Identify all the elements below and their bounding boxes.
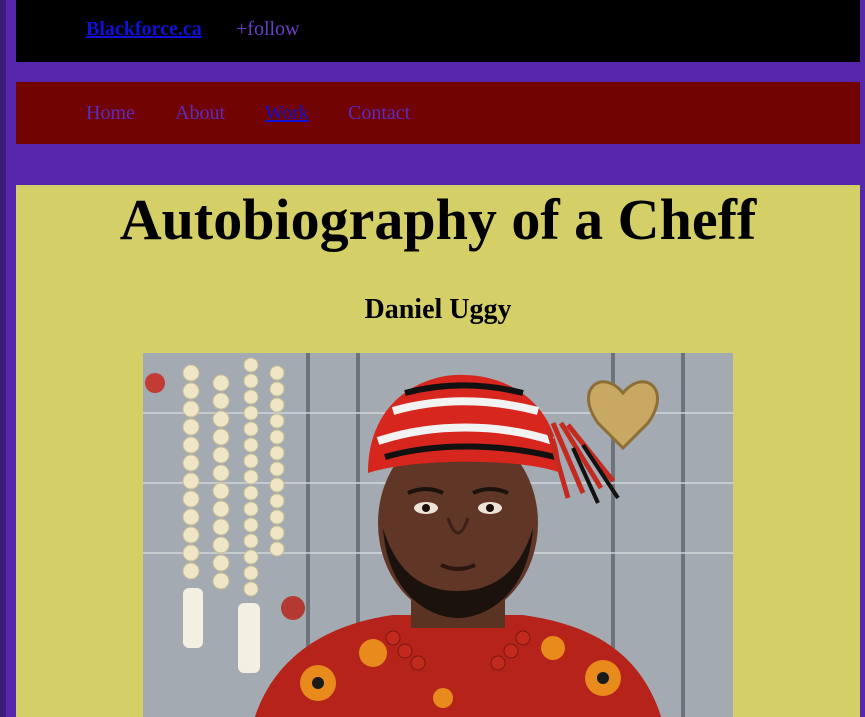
nav-about[interactable]: About bbox=[175, 102, 225, 125]
page-title: Autobiography of a Cheff bbox=[119, 187, 757, 252]
nav-work[interactable]: Work bbox=[265, 102, 309, 125]
nav-contact[interactable]: Contact bbox=[348, 102, 410, 125]
brand-link[interactable]: Blackforce.ca bbox=[86, 18, 202, 41]
main-nav: Home About Work Contact bbox=[16, 82, 860, 144]
portrait-photo bbox=[143, 353, 733, 717]
author-name: Daniel Uggy bbox=[364, 294, 512, 325]
content-section: Autobiography of a Cheff Daniel Uggy bbox=[16, 185, 860, 717]
follow-link[interactable]: +follow bbox=[236, 18, 300, 41]
top-header: Blackforce.ca +follow bbox=[16, 0, 860, 62]
window-left-edge bbox=[0, 0, 6, 717]
nav-home[interactable]: Home bbox=[86, 102, 135, 125]
